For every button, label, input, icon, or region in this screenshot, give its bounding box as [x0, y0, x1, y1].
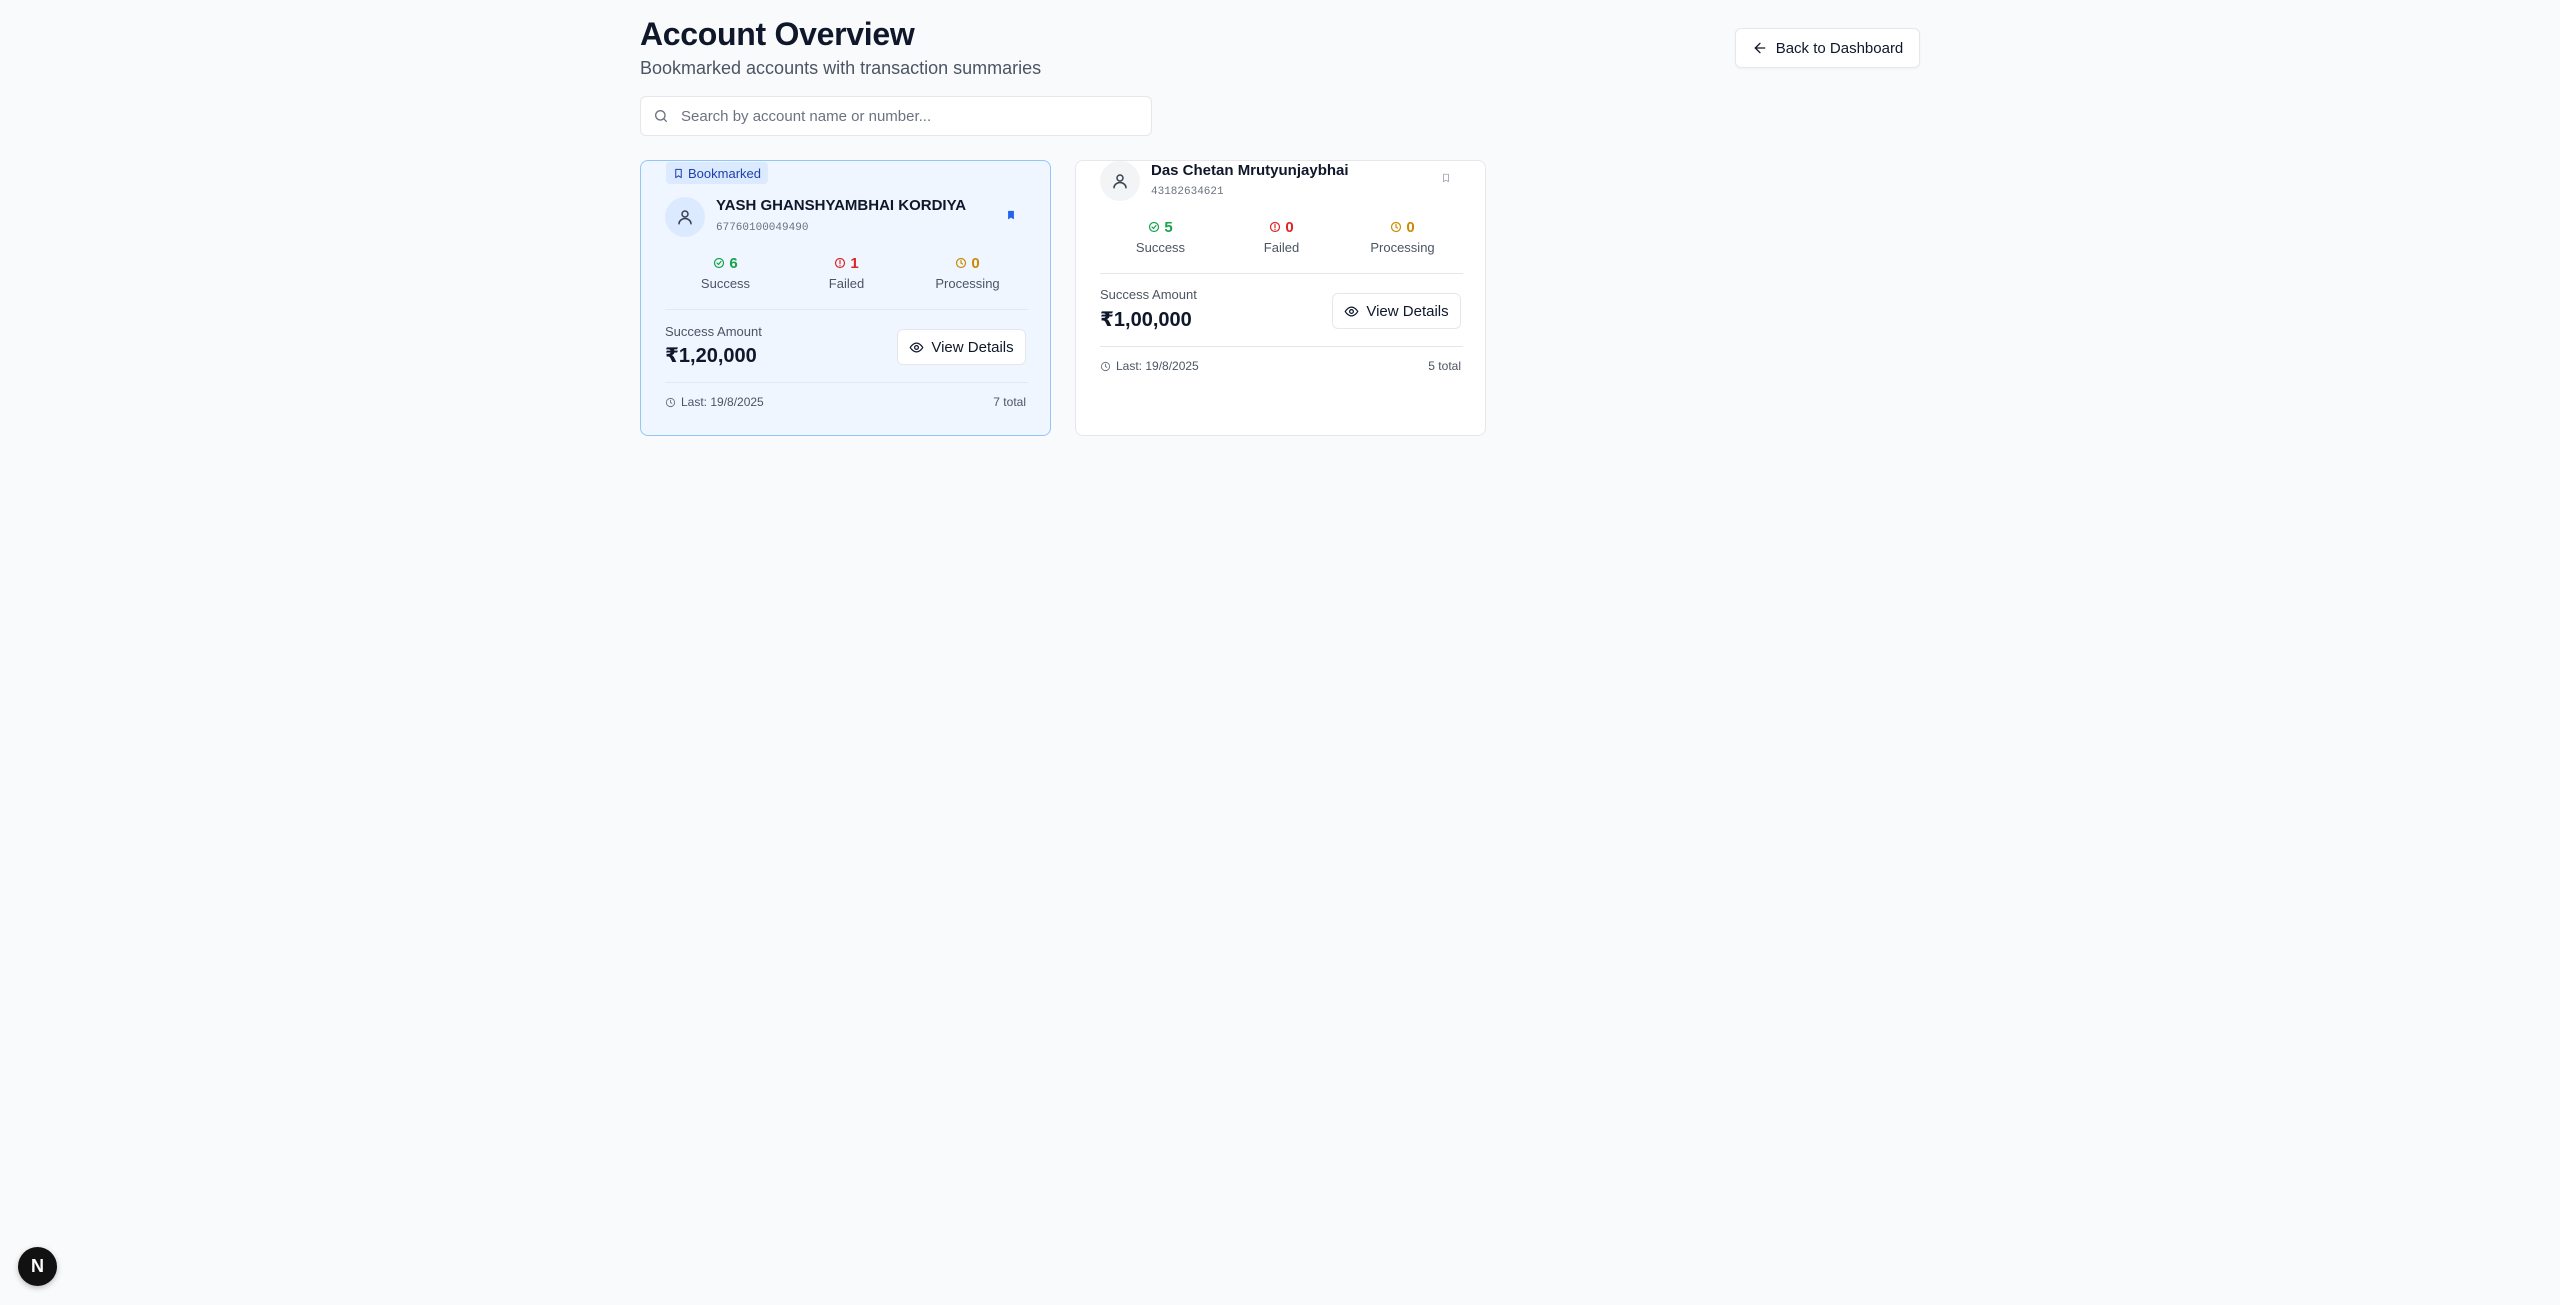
back-to-dashboard-label: Back to Dashboard	[1775, 39, 1904, 57]
account-name: Das Chetan Mrutyunjaybhai	[1151, 162, 1349, 179]
processing-label: Processing	[1370, 240, 1435, 255]
clock-icon	[665, 397, 676, 407]
clock-icon	[956, 257, 967, 269]
amount-label: Success Amount	[665, 324, 762, 339]
total-count: 5 total	[1428, 359, 1461, 373]
view-details-button[interactable]: View Details	[1332, 293, 1461, 329]
page-title: Account Overview	[640, 16, 915, 52]
divider	[1100, 346, 1463, 347]
view-details-label: View Details	[931, 338, 1014, 356]
failed-count: 1	[850, 254, 859, 272]
back-to-dashboard-button[interactable]: Back to Dashboard	[1735, 28, 1920, 68]
avatar	[1100, 161, 1140, 201]
bookmark-toggle[interactable]	[1440, 172, 1452, 184]
view-details-button[interactable]: View Details	[897, 329, 1026, 365]
last-date: Last: 19/8/2025	[681, 395, 764, 409]
success-count: 5	[1164, 218, 1173, 236]
failed-label: Failed	[1263, 240, 1300, 255]
page-subtitle: Bookmarked accounts with transaction sum…	[640, 58, 1042, 78]
processing-label: Processing	[935, 276, 1000, 291]
account-number: 43182634621	[1151, 186, 1224, 198]
user-icon	[678, 210, 692, 225]
view-details-label: View Details	[1366, 302, 1449, 320]
bookmarked-badge-label: Bookmarked	[688, 165, 761, 181]
check-circle-icon	[1149, 221, 1160, 233]
account-name: YASH GHANSHYAMBHAI KORDIYA	[716, 197, 967, 214]
divider	[665, 309, 1028, 310]
success-label: Success	[1135, 240, 1186, 255]
stat-success: 6 Success	[665, 254, 786, 292]
stat-failed: 0 Failed	[1221, 218, 1342, 256]
bookmark-toggle[interactable]	[1005, 209, 1017, 221]
eye-icon	[909, 341, 924, 353]
search-input[interactable]	[681, 97, 1151, 135]
amount-label: Success Amount	[1100, 287, 1197, 302]
processing-count: 0	[1406, 218, 1415, 236]
account-card: Das Chetan Mrutyunjaybhai 43182634621 5 …	[1075, 160, 1486, 436]
account-card: Bookmarked YASH GHANSHYAMBHAI KORDIYA 67…	[640, 160, 1051, 436]
alert-circle-icon	[835, 257, 846, 269]
stat-processing: 0 Processing	[1342, 218, 1463, 256]
search-icon	[655, 110, 667, 122]
transaction-stats: 5 Success 0 Failed 0 Processing	[1100, 218, 1463, 256]
transaction-stats: 6 Success 1 Failed 0 Processing	[665, 254, 1028, 292]
stat-failed: 1 Failed	[786, 254, 907, 292]
divider	[665, 382, 1028, 383]
clock-icon	[1100, 361, 1111, 371]
page: Account Overview Bookmarked accounts wit…	[0, 0, 2560, 1305]
total-count: 7 total	[993, 395, 1026, 409]
arrow-left-icon	[1754, 42, 1766, 54]
avatar	[665, 197, 705, 237]
bookmarked-badge: Bookmarked	[666, 162, 768, 184]
bookmark-icon	[675, 168, 682, 178]
check-circle-icon	[714, 257, 725, 269]
user-icon	[1113, 174, 1127, 189]
eye-icon	[1344, 305, 1359, 317]
clock-icon	[1391, 221, 1402, 233]
success-amount: ₹1,20,000	[665, 345, 757, 367]
stat-success: 5 Success	[1100, 218, 1221, 256]
failed-count: 0	[1285, 218, 1294, 236]
dev-tools-badge[interactable]: N	[18, 1247, 57, 1286]
account-number: 67760100049490	[716, 222, 809, 234]
failed-label: Failed	[828, 276, 865, 291]
bookmark-icon	[1008, 210, 1014, 220]
success-count: 6	[729, 254, 738, 272]
alert-circle-icon	[1270, 221, 1281, 233]
last-transaction: Last: 19/8/2025	[665, 395, 764, 409]
last-date: Last: 19/8/2025	[1116, 359, 1199, 373]
success-label: Success	[700, 276, 751, 291]
page-header: Account Overview Bookmarked accounts wit…	[640, 14, 1041, 80]
search-box	[640, 96, 1152, 136]
divider	[1100, 273, 1463, 274]
success-amount: ₹1,00,000	[1100, 309, 1192, 331]
last-transaction: Last: 19/8/2025	[1100, 359, 1199, 373]
processing-count: 0	[971, 254, 980, 272]
stat-processing: 0 Processing	[907, 254, 1028, 292]
bookmark-icon	[1443, 173, 1449, 183]
